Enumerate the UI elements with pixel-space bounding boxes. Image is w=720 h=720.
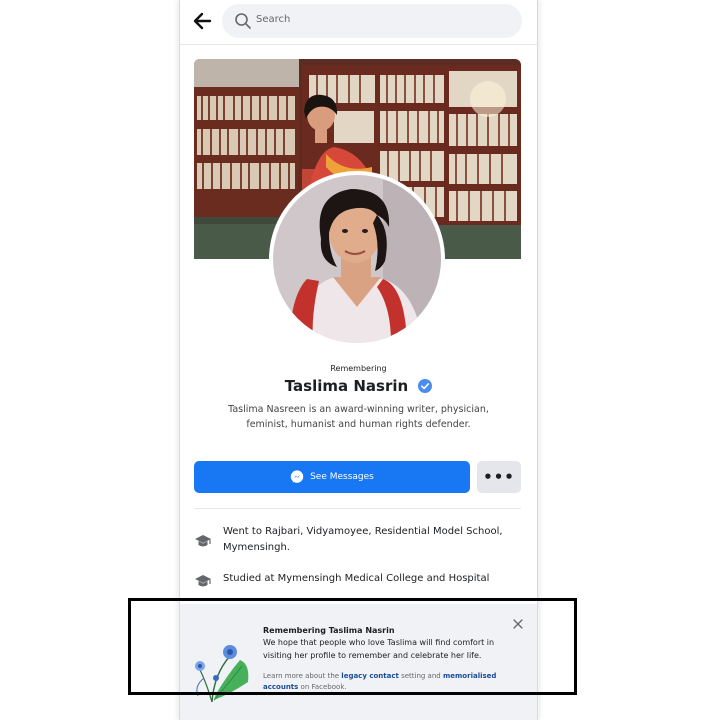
search-input[interactable]: Search [222,4,522,38]
graduation-cap-icon [195,535,211,547]
see-messages-button[interactable]: See Messages [194,461,470,493]
profile-name-row: Taslima Nasrin [180,376,537,395]
profile-name: Taslima Nasrin [284,377,409,395]
search-placeholder: Search [256,14,291,25]
graduation-cap-icon [195,575,211,587]
messenger-icon [290,470,304,483]
memorial-label: Remembering [330,364,387,373]
verified-badge-icon [418,379,433,393]
see-messages-label: See Messages [310,472,374,482]
legacy-contact-link[interactable]: legacy contact [341,672,399,680]
profile-screen: Search Remembering Taslima Nasrin Taslim… [179,0,538,720]
memorial-banner-title: Remembering Taslima Nasrin [263,626,395,635]
avatar-image [273,175,441,343]
back-button[interactable] [190,8,216,34]
divider [194,508,521,509]
memorial-banner-body: We hope that people who love Taslima wil… [263,638,495,660]
intro-item-text: Went to Rajbari, Vidyamoyee, Residential… [223,526,503,553]
flower-illustration-icon [195,645,249,703]
search-icon [235,13,251,29]
profile-bio: Taslima Nasreen is an award-winning writ… [228,404,489,430]
intro-item: Studied at Mymensingh Medical College an… [194,571,521,589]
memorial-banner: Remembering Taslima Nasrin We hope that … [180,604,537,720]
more-options-button[interactable]: ••• [477,461,521,493]
footnote-text: on Facebook. [298,683,347,691]
intro-item: Went to Rajbari, Vidyamoyee, Residential… [194,524,521,558]
intro-item-text: Studied at Mymensingh Medical College an… [223,573,490,584]
close-icon[interactable] [512,618,524,630]
footnote-text: setting and [398,672,443,680]
profile-photo [273,175,441,343]
back-arrow-icon [193,12,212,30]
profile-picture[interactable] [269,171,445,347]
more-options-label: ••• [483,468,515,486]
top-bar: Search [180,0,537,45]
memorial-banner-footnote: Learn more about the legacy contact sett… [263,671,515,693]
footnote-text: Learn more about the [263,672,342,680]
